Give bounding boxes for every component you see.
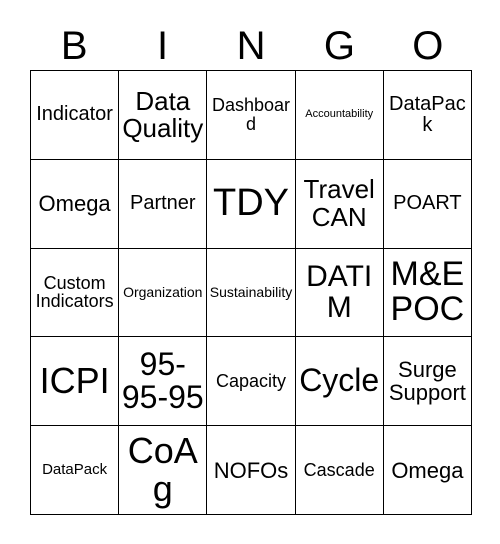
bingo-cell-label: Capacity <box>215 370 286 391</box>
header-letter-n: N <box>236 24 266 68</box>
bingo-cell-n2[interactable]: TDY <box>207 159 296 249</box>
bingo-cell-g2[interactable]: Travel CAN <box>295 159 384 249</box>
bingo-cell-i1[interactable]: Data Quality <box>119 71 208 160</box>
bingo-cell-o1[interactable]: DataPack <box>383 71 472 160</box>
bingo-cell-n4[interactable]: Capacity <box>207 337 296 427</box>
bingo-cell-label: Custom Indicators <box>35 272 114 312</box>
bingo-cell-label: Cascade <box>303 459 375 480</box>
bingo-cell-label: ICPI <box>39 360 110 402</box>
bingo-cell-label: POART <box>393 192 462 215</box>
bingo-cell-label: Accountability <box>305 108 374 121</box>
bingo-cell-i4[interactable]: 95-95-95 <box>119 337 208 427</box>
bingo-cell-label: Partner <box>129 192 196 215</box>
bingo-cell-o5[interactable]: Omega <box>383 426 472 515</box>
bingo-cell-label: Data Quality <box>122 85 204 143</box>
bingo-cell-label: Organization <box>123 284 203 301</box>
bingo-cell-label: NOFOs <box>213 457 289 483</box>
bingo-cell-label: DataPack <box>42 461 108 479</box>
bingo-cell-n3[interactable]: Sustainability <box>207 248 296 338</box>
bingo-cell-b2[interactable]: Omega <box>31 159 120 249</box>
bingo-cell-label: CoAg <box>127 430 198 510</box>
bingo-cell-i5[interactable]: CoAg <box>119 426 208 515</box>
bingo-cell-i3[interactable]: Organization <box>119 248 208 338</box>
bingo-cell-g1[interactable]: Accountability <box>295 71 384 160</box>
header-letter-b: B <box>60 24 88 68</box>
bingo-grid: Indicator Data Quality Dashboard Account… <box>30 70 472 515</box>
bingo-card: B I N G O Indicator Data Quality Dashboa… <box>0 0 500 544</box>
bingo-cell-g4[interactable]: Cycle <box>295 337 384 427</box>
bingo-cell-label: 95-95-95 <box>121 345 204 416</box>
bingo-cell-b5[interactable]: DataPack <box>31 426 120 515</box>
bingo-header-row: B I N G O <box>30 22 472 70</box>
bingo-cell-label: DataPack <box>389 92 466 136</box>
bingo-cell-o4[interactable]: Surge Support <box>383 337 472 427</box>
bingo-cell-n1[interactable]: Dashboard <box>207 71 296 160</box>
header-letter-o: O <box>412 24 444 68</box>
bingo-cell-label: Travel CAN <box>303 174 375 232</box>
bingo-cell-label: M&E POC <box>390 254 465 329</box>
bingo-cell-label: Cycle <box>299 362 380 399</box>
bingo-cell-label: Sustainability <box>209 284 293 301</box>
bingo-cell-label: DATIM <box>306 259 373 325</box>
bingo-cell-label: Dashboard <box>211 95 291 134</box>
bingo-cell-b3[interactable]: Custom Indicators <box>31 248 120 338</box>
bingo-cell-n5[interactable]: NOFOs <box>207 426 296 515</box>
bingo-cell-label: Surge Support <box>388 357 466 406</box>
bingo-cell-label: Omega <box>38 191 111 217</box>
bingo-cell-o3[interactable]: M&E POC <box>383 248 472 338</box>
bingo-cell-b1[interactable]: Indicator <box>31 71 120 160</box>
bingo-cell-g5[interactable]: Cascade <box>295 426 384 515</box>
bingo-cell-i2[interactable]: Partner <box>119 159 208 249</box>
bingo-cell-label: Indicator <box>36 103 113 126</box>
bingo-cell-label: Omega <box>391 457 464 483</box>
bingo-cell-g3[interactable]: DATIM <box>295 248 384 338</box>
bingo-cell-b4[interactable]: ICPI <box>31 337 120 427</box>
header-letter-g: G <box>323 24 355 68</box>
bingo-cell-o2[interactable]: POART <box>383 159 472 249</box>
header-letter-i: I <box>157 24 169 68</box>
bingo-cell-label: TDY <box>212 181 289 224</box>
